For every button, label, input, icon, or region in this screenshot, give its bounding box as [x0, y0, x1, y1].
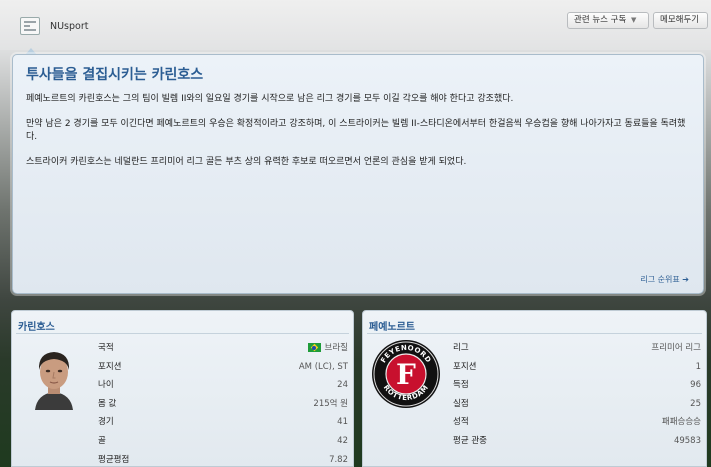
info-label: 몸 값	[98, 398, 117, 409]
info-value: 7.82	[329, 454, 348, 465]
news-header: NUsport 관련 뉴스 구독 ▼ 메모해두기	[0, 0, 711, 55]
info-value: 49583	[673, 435, 701, 446]
subscribe-news-button[interactable]: 관련 뉴스 구독 ▼	[567, 12, 649, 29]
info-label: 평균 관중	[453, 435, 487, 446]
player-face-image	[35, 352, 73, 410]
club-name-link[interactable]: 페예노르트	[369, 318, 415, 333]
divider	[367, 333, 702, 334]
info-value: AM (LC), ST	[298, 361, 348, 372]
info-value: 42	[337, 435, 348, 446]
club-panel: 페예노르트 FEYENOORD ROTTERDAM F 리그 프리미어 리그 포…	[362, 310, 707, 467]
brazil-flag-icon	[307, 343, 321, 352]
info-row: 리그 프리미어 리그	[451, 339, 701, 358]
info-row: 득점 96	[451, 376, 701, 395]
info-label: 포지션	[453, 361, 477, 372]
divider	[16, 333, 349, 334]
info-value[interactable]: 브라질	[307, 339, 348, 358]
info-label: 실점	[453, 398, 469, 409]
info-row: 골 42	[96, 432, 348, 451]
player-info-list: 국적 브라질 포지션 AM (LC), ST 나이 24 몸 값 215억 원 …	[96, 339, 348, 467]
info-value: 96	[690, 380, 701, 391]
info-label: 경기	[98, 417, 114, 428]
news-headline: 투사들을 결집시키는 카린호스	[26, 67, 204, 83]
info-row: 국적 브라질	[96, 339, 348, 358]
info-row: 실점 25	[451, 395, 701, 414]
news-paragraph: 만약 남은 2 경기를 모두 이긴다면 페예노르트의 우승은 확정적이라고 강조…	[26, 119, 686, 142]
info-value: 25	[690, 398, 701, 409]
info-label: 나이	[98, 380, 114, 391]
info-value: 215억 원	[313, 398, 348, 409]
info-label: 국적	[98, 343, 114, 353]
player-panel: 카린호스 국적 브라질 포지션 AM (LC), ST 나이 24 몸 값 21…	[11, 310, 354, 467]
news-paragraph: 페예노르트의 카린호스는 그의 팀이 빌렘 II와의 일요일 경기를 시작으로 …	[26, 94, 514, 104]
info-label: 평균평점	[98, 454, 130, 465]
info-value: 41	[337, 417, 348, 428]
player-name-link[interactable]: 카린호스	[18, 318, 55, 333]
chevron-down-icon: ▼	[631, 16, 637, 24]
info-label: 골	[98, 435, 106, 446]
info-value[interactable]: 프리미어 리그	[651, 339, 701, 358]
news-body: 페예노르트의 카린호스는 그의 팀이 빌렘 II와의 일요일 경기를 시작으로 …	[26, 93, 692, 181]
info-row: 평균 관중 49583	[451, 432, 701, 451]
subscribe-news-label: 관련 뉴스 구독	[574, 15, 627, 25]
info-label: 득점	[453, 380, 469, 391]
news-article: 투사들을 결집시키는 카린호스 페예노르트의 카린호스는 그의 팀이 빌렘 II…	[12, 54, 704, 294]
newspaper-icon	[20, 17, 40, 35]
info-row: 포지션 1	[451, 358, 701, 377]
nationality-value: 브라질	[324, 343, 348, 353]
add-memo-label: 메모해두기	[660, 15, 700, 25]
info-row: 나이 24	[96, 376, 348, 395]
news-paragraph: 스트라이커 카린호스는 네덜란드 프리미어 리그 골든 부츠 상의 유력한 후보…	[26, 157, 467, 167]
info-value: 패패승승승	[661, 417, 701, 428]
info-row: 평균평점 7.82	[96, 451, 348, 467]
league-table-link[interactable]: 리그 순위표 ➔	[640, 274, 689, 285]
add-memo-button[interactable]: 메모해두기	[653, 12, 708, 29]
info-row: 성적 패패승승승	[451, 413, 701, 432]
news-source: NUsport	[50, 21, 89, 32]
info-row: 포지션 AM (LC), ST	[96, 358, 348, 377]
info-value: 24	[337, 380, 348, 391]
info-label: 성적	[453, 417, 469, 428]
crest-letter: F	[396, 358, 416, 391]
club-crest-logo: FEYENOORD ROTTERDAM F	[372, 340, 440, 408]
info-value: 1	[695, 361, 701, 372]
info-label: 리그	[453, 343, 469, 353]
info-row: 몸 값 215억 원	[96, 395, 348, 414]
info-label: 포지션	[98, 361, 122, 372]
info-row: 경기 41	[96, 413, 348, 432]
club-info-list: 리그 프리미어 리그 포지션 1 득점 96 실점 25 성적 패패승승승 평균…	[451, 339, 701, 451]
